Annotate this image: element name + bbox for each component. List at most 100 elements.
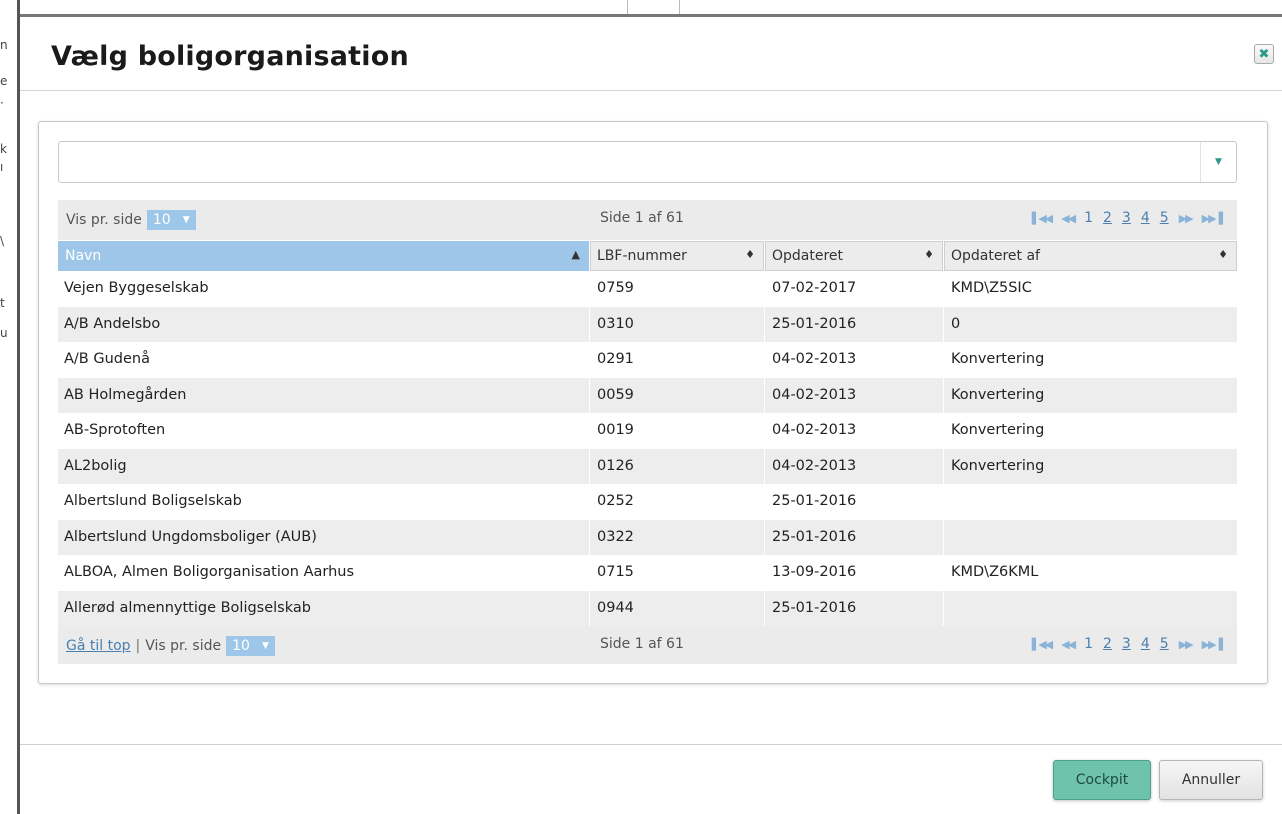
cell-opdateret: 04-02-2013 [772,351,857,367]
column-label: LBF-nummer [597,248,687,264]
pagination: ▌◀◀ ◀◀ 1 2 3 4 5 ▶▶ ▶▶▐ [1032,636,1223,652]
page-link-2[interactable]: 2 [1103,636,1112,652]
cell-opdateret: 04-02-2013 [772,457,857,474]
cell-lbf: 0310 [597,315,634,332]
cell-navn: AB-Sprotoften [64,422,166,438]
cell-opdateret-af: Konvertering [951,422,1045,438]
cell-opdateret: 25-01-2016 [772,315,857,332]
page-link-1[interactable]: 1 [1084,636,1093,652]
cell-lbf: 0715 [597,564,634,580]
page-link-2[interactable]: 2 [1103,210,1112,226]
column-header-lbf-nummer[interactable]: LBF-nummer ♦ [590,241,764,271]
first-page-icon[interactable]: ▌◀◀ [1032,212,1053,225]
per-page-value: 10 [152,212,171,228]
column-label: Navn [65,248,102,264]
first-page-icon[interactable]: ▌◀◀ [1032,638,1053,651]
background-page-edge [0,0,1282,14]
cell-lbf: 0252 [597,493,634,509]
pager-bottom: Gå til top | Vis pr. side 10 ▼ Side 1 af… [58,626,1237,664]
per-page-label: Vis pr. side [66,212,142,228]
cell-lbf: 0759 [597,280,634,296]
table-row[interactable]: AB Holmegården 0059 04-02-2013 Konverter… [58,377,1237,413]
cell-opdateret: 25-01-2016 [772,493,857,509]
dialog-title: Vælg boligorganisation [51,41,409,72]
organisation-grid-panel: ▼ Vis pr. side 10 ▼ Side 1 af 61 ▌◀◀ ◀◀ … [38,121,1268,684]
table-row[interactable]: A/B Andelsbo 0310 25-01-2016 0 [58,306,1237,342]
cockpit-button[interactable]: Cockpit [1053,760,1151,800]
per-page-value: 10 [232,638,250,654]
cell-navn: A/B Andelsbo [64,315,161,332]
last-page-icon[interactable]: ▶▶▐ [1202,212,1223,225]
sort-icon: ♦ [745,248,755,261]
previous-page-icon[interactable]: ◀◀ [1061,212,1076,225]
per-page-select[interactable]: 10 ▼ [146,210,196,230]
sort-ascending-icon: ▲ [571,248,580,261]
table-row[interactable]: ALBOA, Almen Boligorganisation Aarhus 07… [58,555,1237,591]
go-to-top-link[interactable]: Gå til top [66,638,131,654]
cell-lbf: 0126 [597,457,634,474]
footer-divider [20,744,1282,745]
cell-navn: Albertslund Ungdomsboliger (AUB) [64,528,317,545]
cell-navn: A/B Gudenå [64,351,150,367]
search-combobox[interactable]: ▼ [58,141,1237,183]
page-link-5[interactable]: 5 [1160,636,1169,652]
cell-opdateret: 13-09-2016 [772,564,857,580]
page-link-1[interactable]: 1 [1084,210,1093,226]
page-link-4[interactable]: 4 [1141,636,1150,652]
cell-opdateret-af: Konvertering [951,386,1045,403]
table-row[interactable]: Vejen Byggeselskab 0759 07-02-2017 KMD\Z… [58,271,1237,307]
page-info: Side 1 af 61 [600,210,684,226]
caret-down-icon: ▼ [182,215,190,225]
background-page-strip: n e · k ı \ tu [0,0,20,814]
caret-down-icon: ▼ [261,641,269,651]
dialog-header: Vælg boligorganisation ✖ [20,17,1282,91]
cell-opdateret: 07-02-2017 [772,280,857,296]
cell-lbf: 0019 [597,422,634,438]
column-label: Opdateret af [951,248,1040,264]
column-header-navn[interactable]: Navn ▲ [58,241,589,271]
cell-opdateret-af: KMD\Z6KML [951,564,1039,580]
page-link-3[interactable]: 3 [1122,636,1131,652]
next-page-icon[interactable]: ▶▶ [1179,212,1194,225]
cell-navn: AB Holmegården [64,386,187,403]
cell-lbf: 0291 [597,351,634,367]
cell-opdateret-af: Konvertering [951,351,1045,367]
sort-icon: ♦ [1218,248,1228,261]
cell-opdateret: 04-02-2013 [772,422,857,438]
column-label: Opdateret [772,248,844,264]
last-page-icon[interactable]: ▶▶▐ [1202,638,1223,651]
page-link-5[interactable]: 5 [1160,210,1169,226]
pagination: ▌◀◀ ◀◀ 1 2 3 4 5 ▶▶ ▶▶▐ [1032,210,1223,226]
cell-opdateret: 25-01-2016 [772,599,857,616]
per-page-select[interactable]: 10 ▼ [226,636,275,656]
table-row[interactable]: AL2bolig 0126 04-02-2013 Konvertering [58,448,1237,484]
page-link-3[interactable]: 3 [1122,210,1131,226]
select-organisation-dialog: Vælg boligorganisation ✖ ▼ Vis pr. side … [20,14,1282,814]
table-row[interactable]: Albertslund Ungdomsboliger (AUB) 0322 25… [58,519,1237,555]
caret-down-icon[interactable]: ▼ [1200,142,1236,182]
cancel-button[interactable]: Annuller [1159,760,1263,800]
table-row[interactable]: AB-Sprotoften 0019 04-02-2013 Konverteri… [58,413,1237,449]
cell-opdateret-af: 0 [951,315,961,332]
cell-lbf: 0322 [597,528,634,545]
next-page-icon[interactable]: ▶▶ [1179,638,1194,651]
cell-opdateret-af: KMD\Z5SIC [951,280,1032,296]
pager-top: Vis pr. side 10 ▼ Side 1 af 61 ▌◀◀ ◀◀ 1 … [58,200,1237,240]
grid-body: Vejen Byggeselskab 0759 07-02-2017 KMD\Z… [58,271,1237,626]
column-header-opdateret[interactable]: Opdateret ♦ [765,241,943,271]
separator: | [135,638,141,654]
column-header-opdateret-af[interactable]: Opdateret af ♦ [944,241,1237,271]
cell-opdateret: 04-02-2013 [772,386,857,403]
cell-lbf: 0059 [597,386,634,403]
table-row[interactable]: A/B Gudenå 0291 04-02-2013 Konvertering [58,342,1237,378]
sort-icon: ♦ [924,248,934,261]
page-link-4[interactable]: 4 [1141,210,1150,226]
previous-page-icon[interactable]: ◀◀ [1061,638,1076,651]
cell-navn: AL2bolig [64,457,127,474]
cell-opdateret-af: Konvertering [951,457,1045,474]
table-row[interactable]: Allerød almennyttige Boligselskab 0944 2… [58,590,1237,626]
cell-lbf: 0944 [597,599,634,616]
close-icon[interactable]: ✖ [1254,44,1274,64]
table-row[interactable]: Albertslund Boligselskab 0252 25-01-2016 [58,484,1237,520]
page-info: Side 1 af 61 [600,636,684,652]
